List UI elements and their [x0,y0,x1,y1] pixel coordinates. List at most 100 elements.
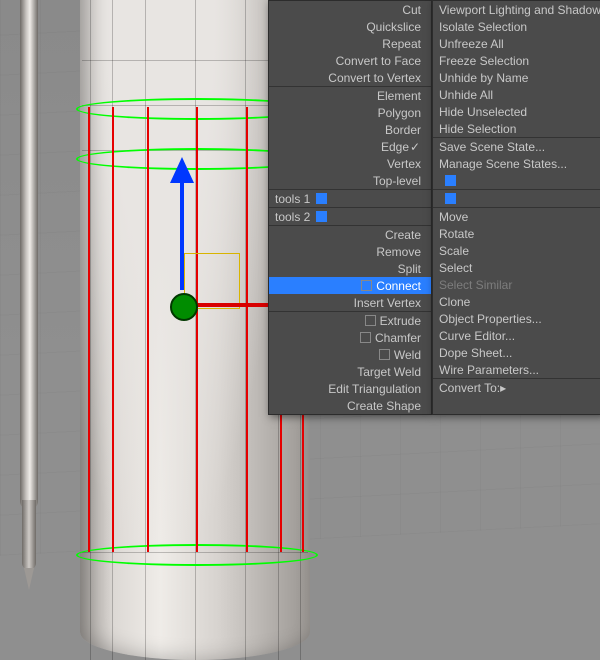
menu-item[interactable]: Extrude [269,312,431,329]
check-icon: ✓ [409,140,421,154]
menu-item-label: Wire Parameters... [439,363,539,377]
menu-item[interactable]: Move [433,208,600,225]
menu-item[interactable]: Viewport Lighting and Shadows ▸ [433,1,600,18]
menu-item-label: Curve Editor... [439,329,515,343]
menu-item-label: Viewport Lighting and Shadows [439,3,600,17]
menu-item[interactable]: Manage Scene States... [433,155,600,172]
menu-item-label: Move [439,210,468,224]
menu-item-label: Unfreeze All [439,37,504,51]
menu-item[interactable]: Convert to Vertex [269,69,431,86]
menu-item-label: Rotate [439,227,474,241]
menu-item-label: Split [398,262,421,276]
model-hose-vertical [20,0,38,510]
selected-edge[interactable] [246,107,248,552]
menu-item-label: Hide Selection [439,122,516,136]
menu-item[interactable]: Clone [433,293,600,310]
selected-edge[interactable] [88,107,90,552]
menu-item[interactable]: Insert Vertex [269,294,431,311]
menu-item-label: Vertex [387,157,421,171]
menu-item[interactable]: Wire Parameters... [433,361,600,378]
menu-item[interactable]: Curve Editor... [433,327,600,344]
menu-item-label: Save Scene State... [439,140,545,154]
menu-item-label: Border [385,123,421,137]
model-hose-cone [24,568,34,590]
quad-swatch-icon [445,193,456,204]
quad-menu-left[interactable]: CutQuickslice RepeatConvert to FaceConver… [268,0,432,415]
menu-item[interactable]: Object Properties... [433,310,600,327]
quad-menu-title [433,172,600,190]
option-box-icon [365,315,376,326]
menu-item-label: Unhide by Name [439,71,528,85]
menu-item[interactable]: Create Shape [269,397,431,414]
menu-item-label: Polygon [378,106,421,120]
menu-item[interactable]: Edge✓ [269,138,431,155]
quad-title-label: tools 1 [275,192,310,206]
menu-item[interactable]: Chamfer [269,329,431,346]
menu-item-label: Edge [381,140,409,154]
quad-menu-title: tools 1 [269,190,431,208]
menu-item-label: Extrude [380,314,421,328]
menu-item[interactable]: Weld [269,346,431,363]
quad-menu: CutQuicksliceRepeatConvert to FaceConver… [268,0,600,415]
menu-item[interactable]: Polygon [269,104,431,121]
quad-swatch-icon [445,175,456,186]
selected-edge[interactable] [196,107,198,552]
menu-item[interactable]: Unhide All [433,86,600,103]
menu-item-label: Element [377,89,421,103]
menu-item[interactable]: Hide Unselected [433,103,600,120]
menu-item-label: Create [385,228,421,242]
menu-item-label: Dope Sheet... [439,346,512,360]
submenu-arrow-icon: ▸ [500,381,506,395]
quad-menu-right[interactable]: Viewport Lighting and Shadows ▸Isolate S… [432,0,600,415]
menu-item: Select Similar [433,276,600,293]
menu-item[interactable]: Remove [269,243,431,260]
menu-item[interactable]: Convert To: ▸ [433,379,600,396]
menu-item-label: Repeat [382,37,421,51]
menu-item-label: Unhide All [439,88,493,102]
menu-item[interactable]: Border [269,121,431,138]
quad-swatch-icon [316,193,327,204]
menu-item-connect[interactable]: Connect [269,277,431,294]
menu-item[interactable]: Unhide by Name [433,69,600,86]
quad-menu-title [433,190,600,208]
menu-item-label: Remove [376,245,421,259]
menu-item[interactable]: Edit Triangulation [269,380,431,397]
menu-item[interactable]: Select [433,259,600,276]
menu-item[interactable]: Quickslice [269,18,431,35]
menu-item[interactable]: Convert to Face [269,52,431,69]
menu-item-label: Edit Triangulation [328,382,421,396]
menu-item[interactable]: Isolate Selection [433,18,600,35]
menu-item[interactable]: Scale [433,242,600,259]
menu-item-label: Hide Unselected [439,105,527,119]
menu-item[interactable]: Unfreeze All [433,35,600,52]
menu-item-label: Top-level [373,174,421,188]
menu-item-label: Object Properties... [439,312,542,326]
menu-item-label: Freeze Selection [439,54,529,68]
menu-item[interactable]: Split [269,260,431,277]
menu-item[interactable]: Rotate [433,225,600,242]
menu-item[interactable]: Create [269,226,431,243]
option-box-icon [360,332,371,343]
menu-item[interactable]: Hide Selection [433,120,600,137]
menu-item[interactable]: Freeze Selection [433,52,600,69]
menu-item-label: Select Similar [439,278,512,292]
menu-item-label: Manage Scene States... [439,157,567,171]
menu-item-label: Select [439,261,472,275]
menu-item[interactable]: Save Scene State... [433,138,600,155]
menu-item-label: Target Weld [357,365,421,379]
menu-item-label: Convert To: [439,381,500,395]
menu-item[interactable]: Dope Sheet... [433,344,600,361]
menu-item-label: Insert Vertex [354,296,421,310]
selected-edge[interactable] [147,107,149,552]
menu-item[interactable]: Repeat [269,35,431,52]
quad-menu-title: tools 2 [269,208,431,226]
menu-item[interactable]: Top-level [269,172,431,189]
option-box-icon [361,280,372,291]
menu-item[interactable]: Cut [269,1,431,18]
quad-swatch-icon [316,211,327,222]
quad-title-label: tools 2 [275,210,310,224]
menu-item[interactable]: Vertex [269,155,431,172]
menu-item[interactable]: Target Weld [269,363,431,380]
selected-edge[interactable] [112,107,114,552]
menu-item[interactable]: Element [269,87,431,104]
